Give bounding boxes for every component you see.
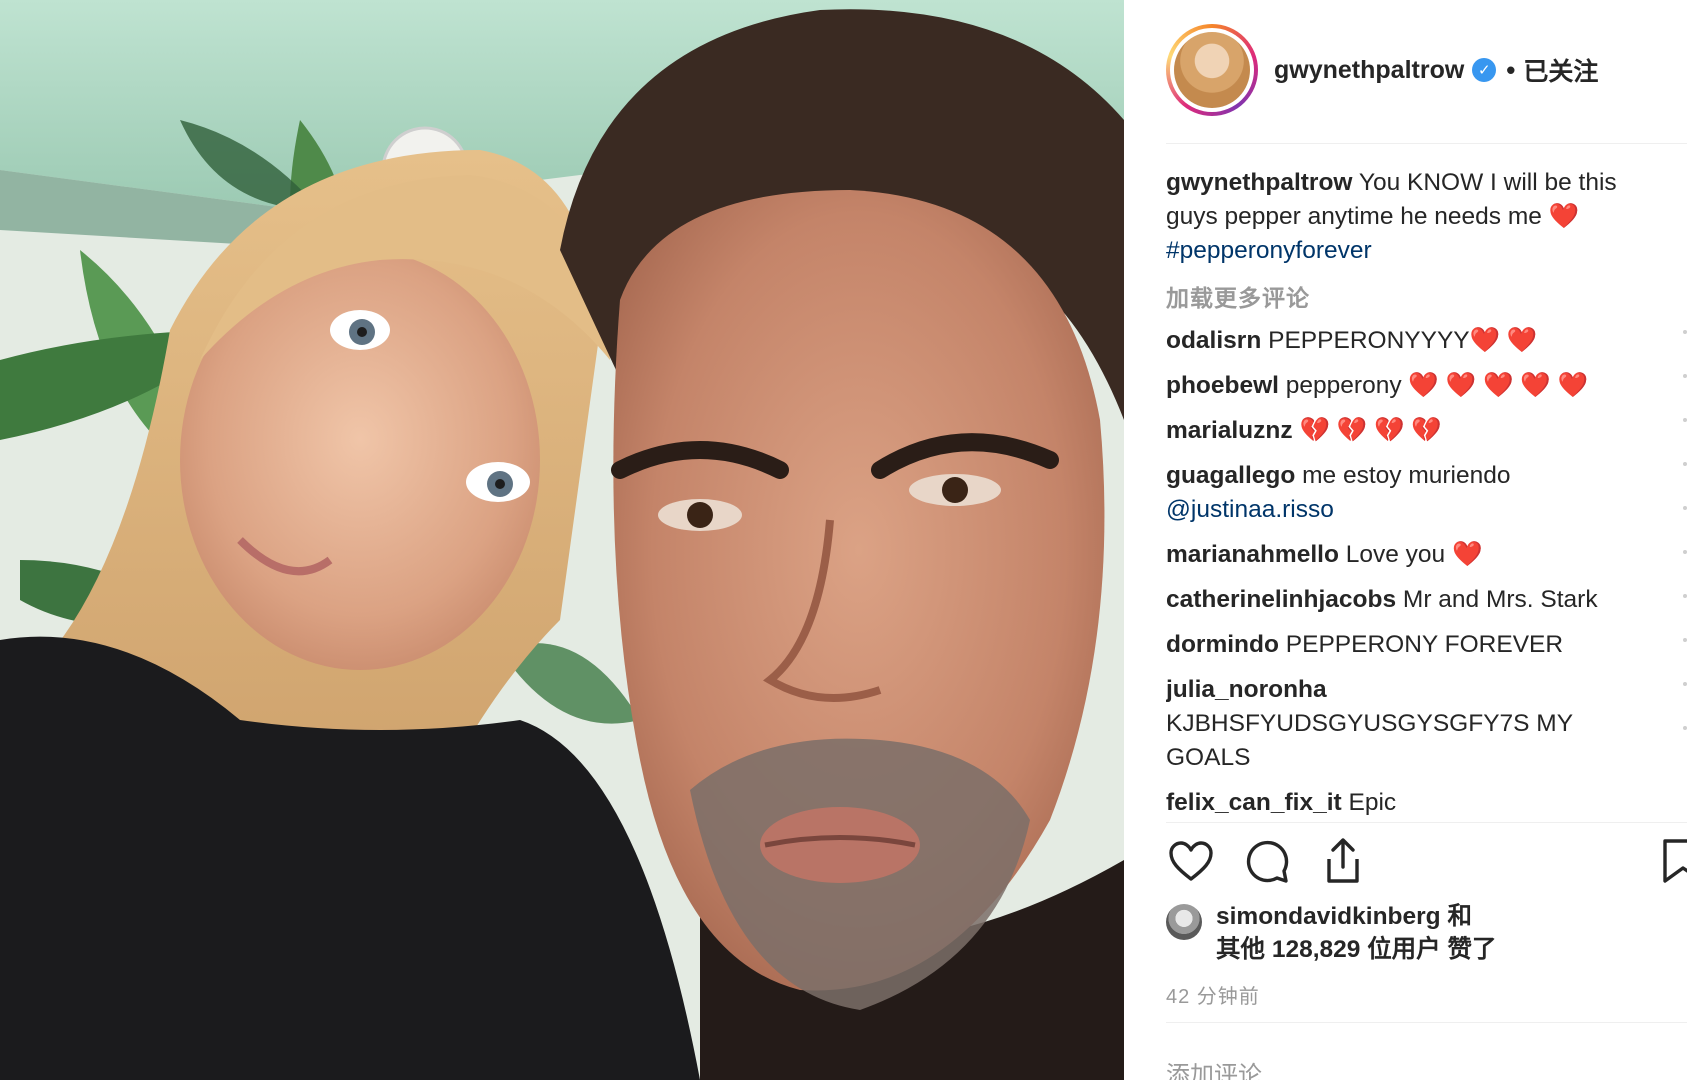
likes-count-link[interactable]: 其他 128,829 位用户 赞了 [1216,933,1497,967]
footer-divider [1166,1022,1687,1023]
comment-button[interactable] [1242,836,1292,886]
comments-scroll-indicator[interactable] [1683,330,1687,810]
like-button[interactable] [1166,836,1216,886]
comment-item: phoebewl pepperony ❤️ ❤️ ❤️ ❤️ ❤️ [1166,369,1656,403]
bookmark-icon [1663,839,1687,883]
save-button[interactable] [1662,836,1687,886]
comment-item: odalisrn PEPPERONYYYY❤️ ❤️ [1166,324,1656,358]
instagram-post-page: gwynethpaltrow ✓ • 已关注 gwynethpaltrow Yo… [0,0,1687,1080]
comments-divider [1166,822,1687,823]
comment-username[interactable]: dormindo [1166,631,1279,658]
separator-dot: • [1506,54,1516,85]
comment-item: dormindo PEPPERONY FOREVER [1166,628,1656,662]
comment-item: marianahmello Love you ❤️ [1166,538,1656,572]
comment-item: julia_noronha KJBHSFYUDSGYUSGYSGFY7S MY … [1166,673,1656,775]
comment-username[interactable]: felix_can_fix_it [1166,789,1342,816]
post-side-panel: gwynethpaltrow ✓ • 已关注 gwynethpaltrow Yo… [1124,0,1687,1080]
likes-count: 128,829 [1271,936,1361,963]
comment-icon [1246,840,1289,883]
comment-text: Love you ❤️ [1345,541,1483,568]
comment-username[interactable]: marianahmello [1166,541,1339,568]
add-comment-input[interactable]: 添加评论…… [1166,1055,1666,1080]
comment-text: Epic [1348,789,1397,816]
comment-username[interactable]: guagallego [1166,462,1295,489]
comment-username[interactable]: catherinelinhjacobs [1166,586,1396,613]
caption-username[interactable]: gwynethpaltrow [1166,169,1352,196]
share-icon [1327,838,1359,883]
share-button[interactable] [1318,836,1368,886]
comment-text: me estoy muriendo [1302,462,1511,489]
following-status-button[interactable]: 已关注 [1523,52,1598,88]
comment-username[interactable]: phoebewl [1166,372,1279,399]
post-actions-bar [1166,836,1687,890]
likes-others-prefix: 其他 [1216,936,1265,963]
comment-text: Mr and Mrs. Stark [1402,586,1598,613]
likes-line-1: simondavidkinberg 和 [1216,900,1472,934]
comment-username[interactable]: odalisrn [1166,327,1261,354]
comments-section: gwynethpaltrow You KNOW I will be this g… [1166,166,1656,822]
selfie-image [0,0,1124,1080]
caption-hashtag-link[interactable]: #pepperonyforever [1166,237,1372,264]
comment-username[interactable]: marialuznz [1166,417,1293,444]
likes-joiner: 和 [1447,903,1472,930]
comment-text: pepperony ❤️ ❤️ ❤️ ❤️ ❤️ [1285,372,1589,399]
author-avatar[interactable] [1166,24,1258,116]
post-header: gwynethpaltrow ✓ • 已关注 [1166,24,1686,116]
liker-avatar[interactable] [1166,904,1202,940]
post-caption: gwynethpaltrow You KNOW I will be this g… [1166,166,1656,268]
comment-text: KJBHSFYUDSGYUSGYSGFY7S MY GOALS [1166,710,1573,771]
comment-item: marialuznz 💔 💔 💔 💔 [1166,414,1656,448]
comment-text: PEPPERONY FOREVER [1285,631,1564,658]
author-avatar-image [1174,32,1250,108]
comment-username[interactable]: julia_noronha [1166,676,1327,703]
post-timestamp[interactable]: 42 分钟前 [1166,980,1260,1009]
liker-username[interactable]: simondavidkinberg [1216,903,1441,930]
load-more-comments-button[interactable]: 加载更多评论 [1166,279,1656,313]
comment-text: PEPPERONYYYY❤️ ❤️ [1268,327,1538,354]
likes-others-suffix: 位用户 赞了 [1367,936,1497,963]
post-photo[interactable] [0,0,1124,1080]
heart-icon [1169,841,1213,881]
comment-item: felix_can_fix_it Epic [1166,786,1656,820]
header-divider [1166,143,1687,144]
verified-badge-icon: ✓ [1472,58,1497,82]
author-username[interactable]: gwynethpaltrow [1274,56,1464,85]
comment-text: 💔 💔 💔 💔 [1299,417,1442,444]
comment-item: catherinelinhjacobs Mr and Mrs. Stark [1166,583,1656,617]
comment-mention-link[interactable]: @justinaa.risso [1166,496,1334,523]
likes-summary: simondavidkinberg 和 其他 128,829 位用户 赞了 [1166,900,1666,970]
comment-item: guagallego me estoy muriendo @justinaa.r… [1166,459,1656,527]
